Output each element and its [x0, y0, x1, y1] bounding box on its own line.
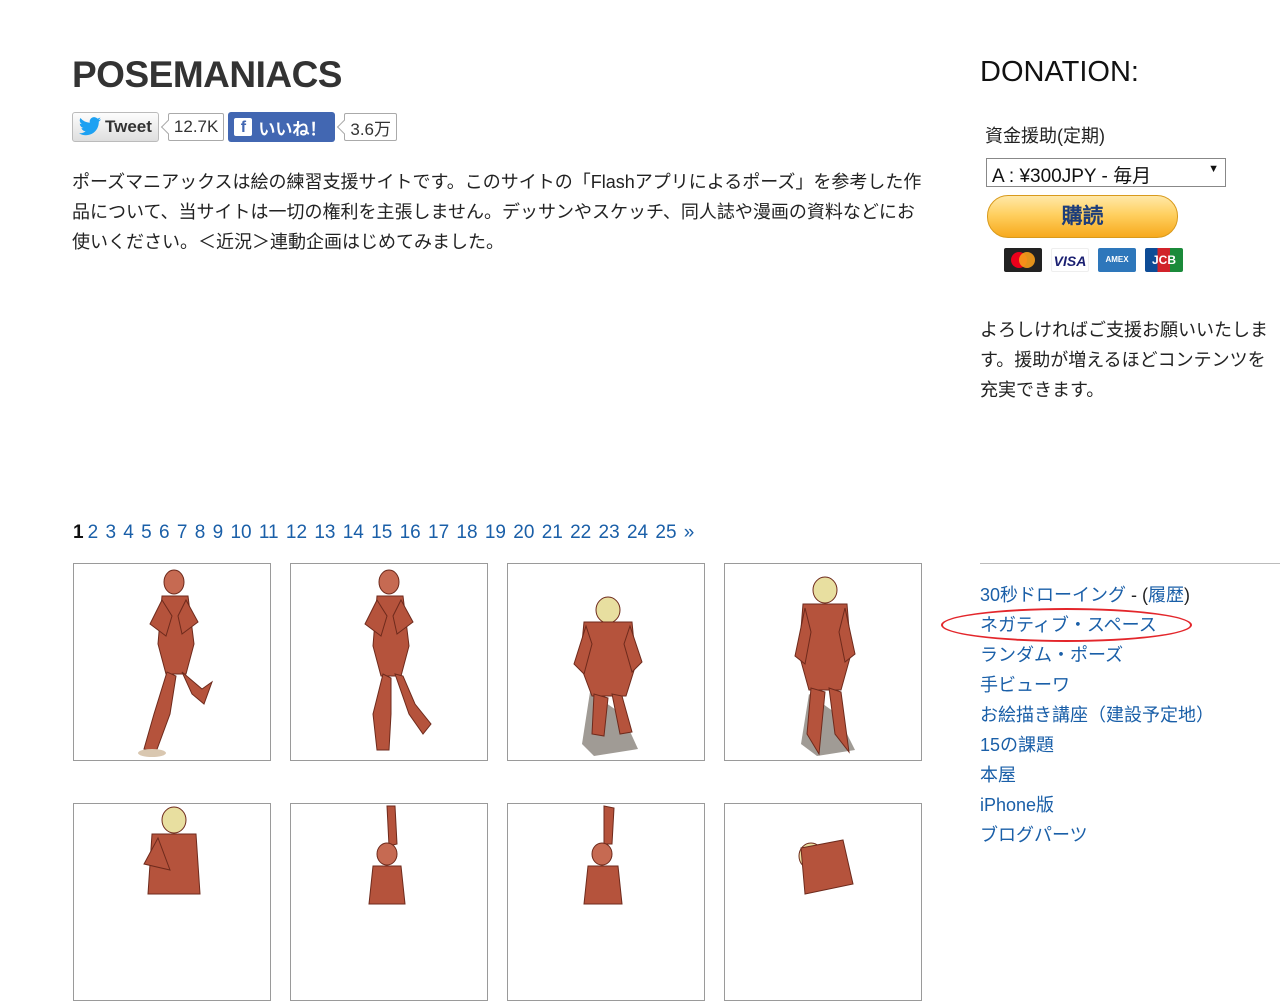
tweet-count: 12.7K: [167, 113, 225, 141]
page-link[interactable]: 6: [159, 522, 170, 543]
pose-figure-image: [583, 805, 623, 905]
visa-icon: VISA: [1051, 248, 1089, 272]
card-brands: VISA AMEX JCB: [1004, 248, 1183, 272]
pose-thumbnail[interactable]: [724, 803, 922, 1001]
link-separator: ): [1184, 585, 1191, 605]
twitter-bird-icon: [79, 117, 101, 136]
pose-thumbnail[interactable]: [73, 803, 271, 1001]
page-link[interactable]: 9: [213, 522, 224, 543]
page-current: 1: [73, 522, 84, 543]
pose-figure-image: [573, 596, 643, 756]
pagination: 12 3 4 5 6 7 8 9 10 11 12 13 14 15 16 17…: [73, 522, 696, 544]
page-link[interactable]: 19: [485, 522, 506, 543]
pose-thumbnail[interactable]: [290, 803, 488, 1001]
page-link[interactable]: 13: [314, 522, 335, 543]
pose-thumbnail[interactable]: [507, 803, 705, 1001]
page-link[interactable]: 16: [400, 522, 421, 543]
bookstore-link[interactable]: 本屋: [980, 765, 1016, 785]
page-link[interactable]: 23: [599, 522, 620, 543]
page-link[interactable]: 3: [105, 522, 116, 543]
page-link[interactable]: 22: [570, 522, 591, 543]
donation-message: よろしければご支援お願いいたします。援助が増えるほどコンテンツを充実できます。: [980, 320, 1268, 400]
plan-selected-value: A : ¥300JPY - 毎月: [992, 166, 1152, 187]
pose-thumbnail[interactable]: [290, 563, 488, 761]
site-title[interactable]: POSEMANIACS: [72, 54, 342, 96]
hand-viewer-link[interactable]: 手ビューワ: [980, 675, 1070, 695]
highlight-circle: [941, 608, 1192, 642]
page-link[interactable]: 15: [371, 522, 392, 543]
pose-figure-image: [798, 839, 854, 895]
pose-thumbnail[interactable]: [507, 563, 705, 761]
pose-thumbnail[interactable]: [724, 563, 922, 761]
tweet-label: Tweet: [105, 117, 152, 136]
random-pose-link[interactable]: ランダム・ポーズ: [980, 645, 1123, 665]
subscribe-button[interactable]: 購読: [987, 195, 1178, 238]
pose-figure-image: [138, 569, 214, 757]
page-link[interactable]: 24: [627, 522, 648, 543]
pose-figure-image: [364, 569, 432, 751]
page-link[interactable]: 4: [123, 522, 134, 543]
next-page-link[interactable]: »: [684, 522, 695, 543]
facebook-icon: f: [234, 118, 253, 136]
page-link[interactable]: 11: [259, 522, 279, 543]
iphone-link[interactable]: iPhone版: [980, 795, 1054, 815]
social-buttons: Tweet 12.7K f いいね！ 3.6万: [72, 111, 397, 143]
drawing-lessons-link[interactable]: お絵描き講座（建設予定地）: [980, 705, 1214, 725]
challenges-link[interactable]: 15の課題: [980, 735, 1054, 755]
dropdown-arrow-icon: ▼: [1208, 163, 1219, 175]
pose-figure-image: [143, 806, 201, 895]
drawing30-link[interactable]: 30秒ドローイング: [980, 585, 1126, 605]
amex-icon: AMEX: [1098, 248, 1136, 272]
mastercard-icon: [1004, 248, 1042, 272]
pose-figure-image: [368, 805, 406, 905]
history-link[interactable]: 履歴: [1148, 585, 1184, 605]
page-link[interactable]: 20: [513, 522, 534, 543]
donation-title: DONATION:: [980, 56, 1139, 88]
page-link[interactable]: 21: [542, 522, 563, 543]
site-description: ポーズマニアックスは絵の練習支援サイトです。このサイトの「Flashアプリによる…: [72, 172, 922, 252]
like-label: いいね！: [258, 119, 327, 139]
page-link[interactable]: 2: [88, 522, 99, 543]
subscribe-label: 資金援助(定期): [985, 126, 1105, 146]
sidebar-item-drawing30: 30秒ドローイング - (履歴): [980, 581, 1214, 611]
page-link[interactable]: 5: [141, 522, 152, 543]
sidebar-divider: [980, 563, 1280, 564]
blog-parts-link[interactable]: ブログパーツ: [980, 825, 1088, 845]
page-link[interactable]: 17: [428, 522, 449, 543]
plan-select[interactable]: A : ¥300JPY - 毎月 ▼: [986, 158, 1226, 187]
jcb-icon: JCB: [1145, 248, 1183, 272]
link-separator: - (: [1126, 585, 1149, 605]
page-link[interactable]: 25: [655, 522, 676, 543]
like-count: 3.6万: [344, 113, 397, 141]
pose-figure-image: [794, 576, 856, 756]
facebook-like-button[interactable]: f いいね！: [228, 112, 336, 142]
pose-thumbnail[interactable]: [73, 563, 271, 761]
page-link[interactable]: 10: [230, 522, 251, 543]
page-link[interactable]: 8: [195, 522, 206, 543]
page-link[interactable]: 12: [286, 522, 307, 543]
page-link[interactable]: 14: [343, 522, 364, 543]
tweet-button[interactable]: Tweet: [72, 112, 159, 142]
page-link[interactable]: 7: [177, 522, 188, 543]
page-link[interactable]: 18: [456, 522, 477, 543]
